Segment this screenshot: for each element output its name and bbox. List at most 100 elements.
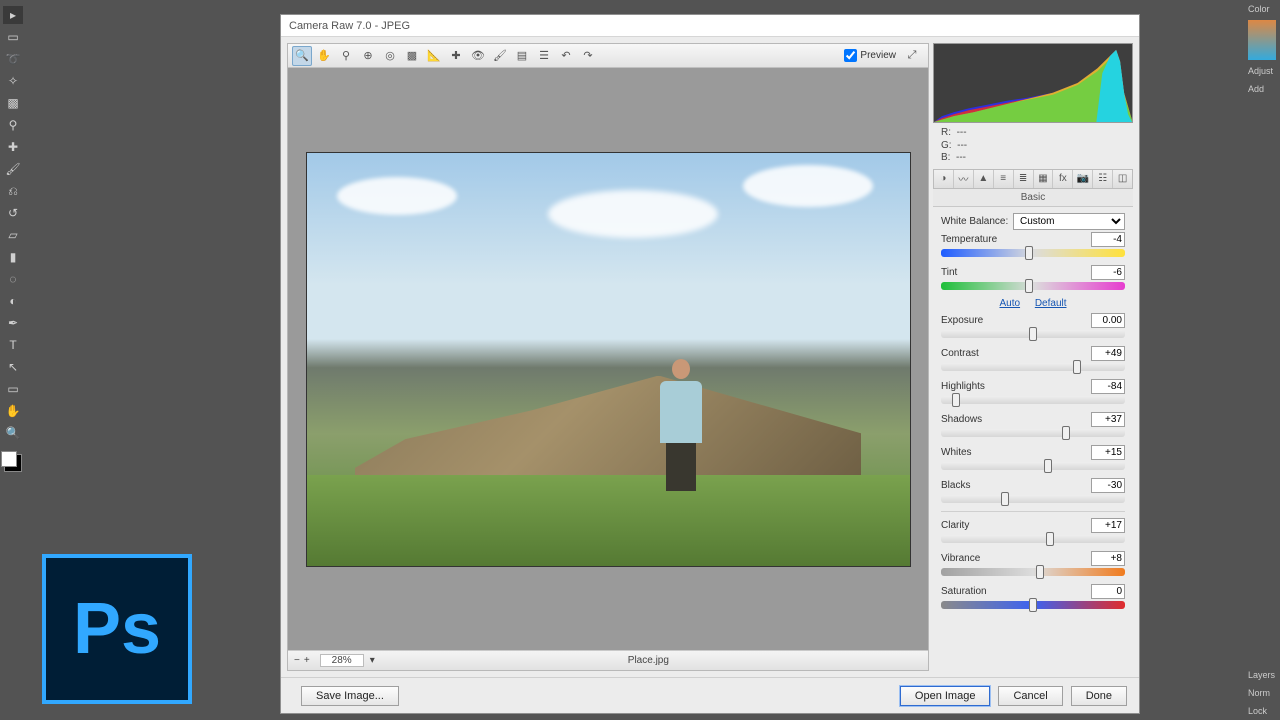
panel-lock-label: Lock xyxy=(1244,702,1280,720)
white-balance-label: White Balance: xyxy=(941,216,1013,227)
vibrance-value[interactable] xyxy=(1091,551,1125,566)
blacks-value[interactable] xyxy=(1091,478,1125,493)
zoom-value[interactable]: 28% xyxy=(320,654,364,667)
target-adjust-tool-icon[interactable]: ◎ xyxy=(380,46,400,66)
preview-canvas-wrap xyxy=(288,68,928,650)
tab-basic-icon[interactable]: ◑ xyxy=(934,170,954,188)
ps-right-panels: Color Adjust Add Layers Norm Lock xyxy=(1244,0,1280,720)
shadows-slider[interactable] xyxy=(941,429,1125,437)
saturation-slider[interactable] xyxy=(941,601,1125,609)
cancel-button[interactable]: Cancel xyxy=(998,686,1062,706)
ps-dodge-tool-icon[interactable]: ◐ xyxy=(3,292,23,310)
tab-snapshots-icon[interactable]: ◫ xyxy=(1113,170,1132,188)
redeye-tool-icon[interactable]: 👁 xyxy=(468,46,488,66)
ps-crop-tool-icon[interactable]: ▩ xyxy=(3,94,23,112)
panel-layers-label: Layers xyxy=(1244,666,1280,684)
ps-type-tool-icon[interactable]: T xyxy=(3,336,23,354)
save-image-button[interactable]: Save Image... xyxy=(301,686,399,706)
preview-checkbox-label[interactable]: Preview xyxy=(844,49,896,62)
blacks-slider[interactable] xyxy=(941,495,1125,503)
fullscreen-icon[interactable]: ⤢ xyxy=(902,46,922,66)
clarity-value[interactable] xyxy=(1091,518,1125,533)
exposure-slider[interactable] xyxy=(941,330,1125,338)
ps-stamp-tool-icon[interactable]: ⎌ xyxy=(3,182,23,200)
temperature-slider[interactable] xyxy=(941,249,1125,257)
adjustment-brush-tool-icon[interactable]: 🖌 xyxy=(490,46,510,66)
straighten-tool-icon[interactable]: 📐 xyxy=(424,46,444,66)
ps-blur-tool-icon[interactable]: ◌ xyxy=(3,270,23,288)
open-image-button[interactable]: Open Image xyxy=(900,686,991,706)
ps-marquee-tool-icon[interactable]: ▭ xyxy=(3,28,23,46)
zoom-out-icon[interactable]: − xyxy=(294,655,300,666)
preview-checkbox[interactable] xyxy=(844,49,857,62)
default-link[interactable]: Default xyxy=(1035,298,1067,309)
preview-label-text: Preview xyxy=(860,50,896,61)
temperature-value[interactable] xyxy=(1091,232,1125,247)
eyedropper-tool-icon[interactable]: ⚲ xyxy=(336,46,356,66)
vibrance-slider[interactable] xyxy=(941,568,1125,576)
camera-raw-toolbar: 🔍 ✋ ⚲ ⊕ ◎ ▩ 📐 ✚ 👁 🖌 ▤ ☰ ↶ ↷ Preview xyxy=(288,44,928,68)
crop-tool-icon[interactable]: ▩ xyxy=(402,46,422,66)
ps-brush-tool-icon[interactable]: 🖌 xyxy=(3,160,23,178)
auto-link[interactable]: Auto xyxy=(999,298,1020,309)
ps-eyedropper-tool-icon[interactable]: ⚲ xyxy=(3,116,23,134)
saturation-value[interactable] xyxy=(1091,584,1125,599)
white-balance-select[interactable]: Custom xyxy=(1013,213,1125,230)
tab-hsl-icon[interactable]: ≡ xyxy=(994,170,1014,188)
done-button[interactable]: Done xyxy=(1071,686,1127,706)
whites-slider[interactable] xyxy=(941,462,1125,470)
preview-image[interactable] xyxy=(306,152,911,567)
tab-detail-icon[interactable]: ▲ xyxy=(974,170,994,188)
shadows-label: Shadows xyxy=(941,414,1091,425)
basic-panel: White Balance: Custom Temperature Tint xyxy=(933,207,1133,623)
dialog-footer: Save Image... Open Image Cancel Done xyxy=(281,677,1139,713)
adjustments-column: R: --- G: --- B: --- ◑ 〰 ▲ ≡ ≣ ▦ fx 📷 ☷ … xyxy=(933,43,1133,671)
ps-eraser-tool-icon[interactable]: ▱ xyxy=(3,226,23,244)
tab-curve-icon[interactable]: 〰 xyxy=(954,170,974,188)
tab-camera-icon[interactable]: 📷 xyxy=(1073,170,1093,188)
color-sampler-tool-icon[interactable]: ⊕ xyxy=(358,46,378,66)
ps-zoom-tool-icon[interactable]: 🔍 xyxy=(3,424,23,442)
color-picker-strip[interactable] xyxy=(1248,20,1276,60)
contrast-slider[interactable] xyxy=(941,363,1125,371)
rotate-cw-icon[interactable]: ↷ xyxy=(578,46,598,66)
rotate-ccw-icon[interactable]: ↶ xyxy=(556,46,576,66)
zoom-tool-icon[interactable]: 🔍 xyxy=(292,46,312,66)
ps-hand-tool-icon[interactable]: ✋ xyxy=(3,402,23,420)
ps-path-tool-icon[interactable]: ↖ xyxy=(3,358,23,376)
tint-slider[interactable] xyxy=(941,282,1125,290)
blacks-label: Blacks xyxy=(941,480,1091,491)
tab-fx-icon[interactable]: fx xyxy=(1053,170,1073,188)
tint-value[interactable] xyxy=(1091,265,1125,280)
exposure-value[interactable] xyxy=(1091,313,1125,328)
shadows-value[interactable] xyxy=(1091,412,1125,427)
whites-value[interactable] xyxy=(1091,445,1125,460)
zoom-in-icon[interactable]: + xyxy=(304,655,310,666)
ps-shape-tool-icon[interactable]: ▭ xyxy=(3,380,23,398)
preview-statusbar: − + 28% ▾ Place.jpg xyxy=(288,650,928,670)
ps-pen-tool-icon[interactable]: ✒ xyxy=(3,314,23,332)
ps-heal-tool-icon[interactable]: ✚ xyxy=(3,138,23,156)
hand-tool-icon[interactable]: ✋ xyxy=(314,46,334,66)
ps-lasso-tool-icon[interactable]: ➰ xyxy=(3,50,23,68)
ps-history-tool-icon[interactable]: ↺ xyxy=(3,204,23,222)
prefs-tool-icon[interactable]: ☰ xyxy=(534,46,554,66)
highlights-slider[interactable] xyxy=(941,396,1125,404)
highlights-value[interactable] xyxy=(1091,379,1125,394)
clarity-slider[interactable] xyxy=(941,535,1125,543)
ps-wand-tool-icon[interactable]: ✧ xyxy=(3,72,23,90)
camera-raw-dialog: Camera Raw 7.0 - JPEG 🔍 ✋ ⚲ ⊕ ◎ ▩ 📐 ✚ 👁 … xyxy=(280,14,1140,714)
panel-title: Basic xyxy=(933,189,1133,207)
ps-gradient-tool-icon[interactable]: ▮ xyxy=(3,248,23,266)
contrast-value[interactable] xyxy=(1091,346,1125,361)
contrast-label: Contrast xyxy=(941,348,1091,359)
panel-add-label[interactable]: Add xyxy=(1244,80,1280,98)
tab-split-icon[interactable]: ≣ xyxy=(1014,170,1034,188)
histogram[interactable] xyxy=(933,43,1133,123)
tab-lens-icon[interactable]: ▦ xyxy=(1034,170,1054,188)
ps-move-tool-icon[interactable]: ▸ xyxy=(3,6,23,24)
tab-presets-icon[interactable]: ☷ xyxy=(1093,170,1113,188)
graduated-filter-tool-icon[interactable]: ▤ xyxy=(512,46,532,66)
spot-removal-tool-icon[interactable]: ✚ xyxy=(446,46,466,66)
ps-swatches-icon[interactable] xyxy=(4,454,22,472)
